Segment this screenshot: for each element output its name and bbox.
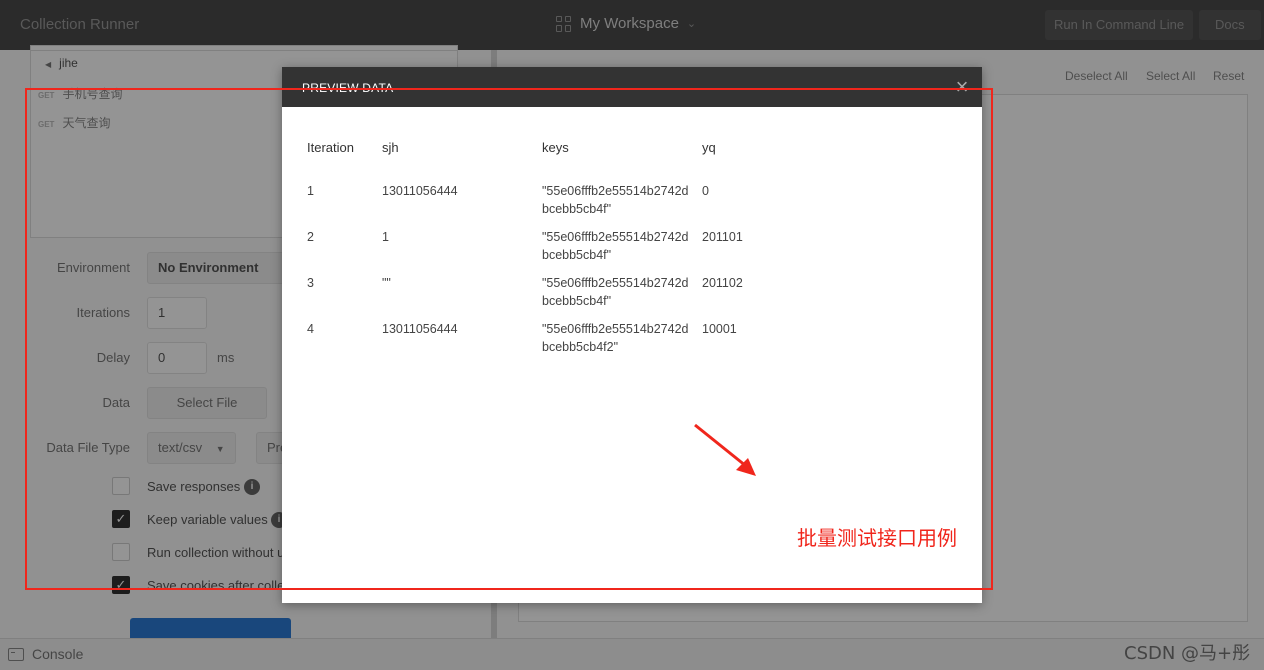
annotation-note: 批量测试接口用例: [797, 526, 957, 550]
annotation-arrow-icon: [694, 423, 756, 476]
annotation-highlight-box: [25, 88, 993, 590]
watermark: CSDN @马+彤: [1124, 643, 1251, 664]
